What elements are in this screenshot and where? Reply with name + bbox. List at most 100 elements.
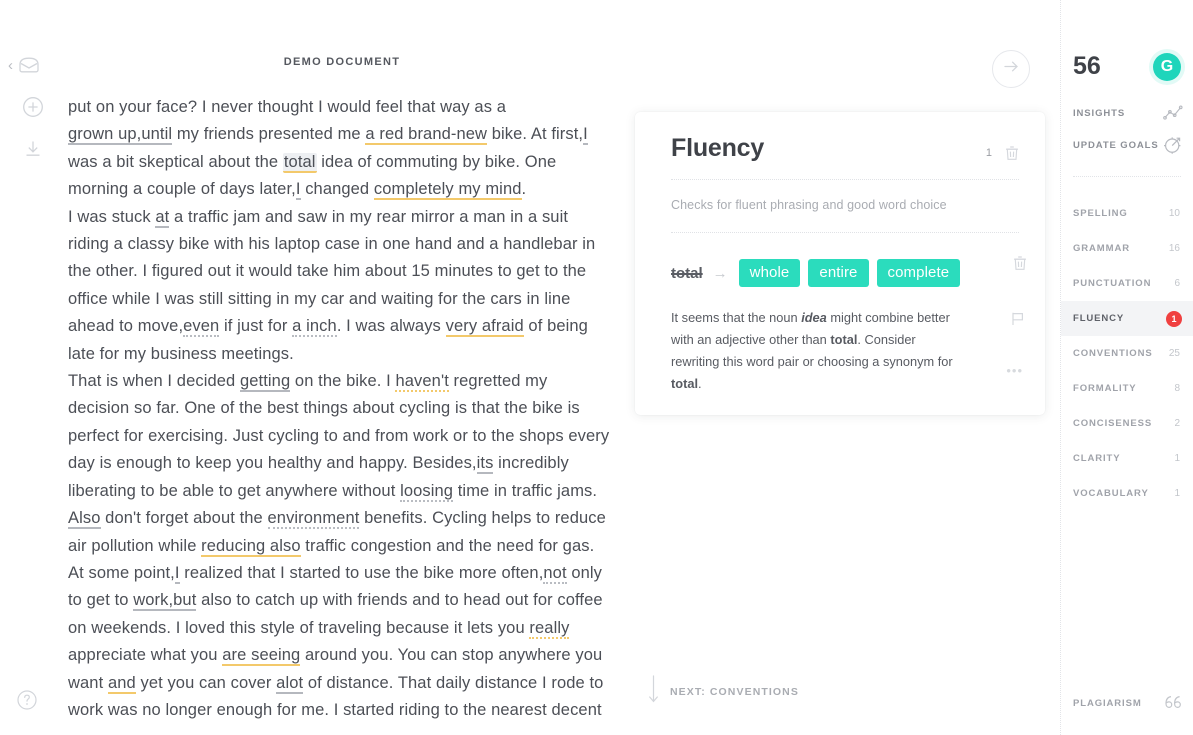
replacement-chip[interactable]: complete — [876, 259, 961, 287]
sidebar-item-vocabulary[interactable]: VOCABULARY 1 — [1061, 476, 1193, 511]
sidebar-item-plagiarism[interactable]: PLAGIARISM — [1073, 694, 1183, 713]
page-title: DEMO DOCUMENT — [283, 56, 401, 68]
category-label: FORMALITY — [1073, 383, 1137, 394]
back-chevron-icon[interactable]: ‹ — [8, 58, 13, 73]
target-icon — [1163, 135, 1183, 155]
document-paragraph: I was stuck at a traffic jam and saw in … — [68, 207, 596, 363]
replacement-row: total → whole entire complete — [671, 259, 1019, 287]
apply-next-button[interactable] — [992, 50, 1030, 88]
mail-icon[interactable] — [18, 56, 40, 74]
sidebar-item-clarity[interactable]: CLARITY 1 — [1061, 441, 1193, 476]
brand-badge-icon[interactable]: G — [1153, 52, 1181, 81]
error-span[interactable]: its — [476, 454, 494, 475]
category-count: 10 — [1168, 208, 1180, 219]
error-span[interactable]: a inch — [292, 317, 337, 338]
category-count: 25 — [1168, 348, 1180, 359]
dismiss-suggestion-trash-icon[interactable] — [1013, 255, 1027, 271]
line-chart-icon — [1163, 105, 1183, 121]
explanation-segment: total — [830, 332, 858, 347]
error-span[interactable]: haven't — [395, 372, 449, 393]
error-span[interactable]: grown up,until — [68, 125, 173, 146]
category-list: SPELLING 10 GRAMMAR 16 PUNCTUATION 6 FLUENCY 1 C… — [1061, 196, 1193, 511]
flag-icon[interactable] — [1010, 311, 1025, 326]
quote-icon — [1163, 694, 1183, 713]
category-label: GRAMMAR — [1073, 243, 1130, 254]
replacement-chip[interactable]: entire — [808, 259, 869, 287]
category-label: VOCABULARY — [1073, 488, 1149, 499]
error-span[interactable]: are seeing — [222, 646, 301, 667]
suggestion-block: total → whole entire complete It seems tha… — [671, 233, 1026, 401]
error-span[interactable]: getting — [239, 372, 291, 393]
explanation-segment: total — [671, 376, 699, 391]
error-span[interactable]: very afraid — [445, 317, 524, 338]
trash-icon[interactable] — [1005, 145, 1019, 161]
replacement-chip-list: whole entire complete — [738, 259, 961, 287]
fluency-suggestion-card[interactable]: Fluency 1 Checks for fluent phrasing and… — [635, 112, 1045, 415]
sidebar-item-grammar[interactable]: GRAMMAR 16 — [1061, 231, 1193, 266]
help-circle-icon[interactable] — [16, 689, 38, 711]
sidebar-item-conventions[interactable]: CONVENTIONS 25 — [1061, 336, 1193, 371]
category-count: 8 — [1174, 383, 1180, 394]
arrow-right-icon — [1003, 60, 1020, 78]
more-options-button[interactable]: ••• — [1006, 363, 1023, 378]
original-word: total — [671, 264, 703, 282]
arrow-down-icon — [648, 674, 659, 709]
sidebar-item-conciseness[interactable]: CONCISENESS 2 — [1061, 406, 1193, 441]
active-error-span[interactable]: total — [282, 152, 317, 173]
error-span[interactable]: environment — [267, 509, 360, 530]
document-paragraph: That is when I decided getting on the bi… — [68, 372, 610, 557]
next-category-link[interactable]: NEXT: CONVENTIONS — [648, 674, 799, 709]
download-icon[interactable] — [22, 138, 44, 160]
category-count: 6 — [1174, 278, 1180, 289]
sidebar-item-formality[interactable]: FORMALITY 8 — [1061, 371, 1193, 406]
sidebar-divider — [1073, 176, 1181, 177]
document-score: 56 — [1073, 52, 1101, 80]
category-label: CLARITY — [1073, 453, 1121, 464]
category-label: CONCISENESS — [1073, 418, 1153, 429]
error-span[interactable]: I — [174, 563, 180, 584]
sidebar-item-insights[interactable]: INSIGHTS — [1073, 102, 1183, 124]
error-span[interactable]: really — [529, 618, 570, 639]
back-and-mail-group[interactable]: ‹ — [8, 56, 40, 74]
category-count: 1 — [1174, 453, 1180, 464]
category-count-badge: 1 — [1166, 310, 1182, 327]
error-span[interactable]: loosing — [400, 481, 454, 502]
card-description: Checks for fluent phrasing and good word… — [671, 198, 947, 212]
right-sidebar: 56 G INSIGHTS UPDATE GOALS SPELLING 10 GRA… — [1060, 0, 1193, 735]
add-circle-icon[interactable] — [22, 96, 44, 118]
explanation-segment: . — [698, 376, 702, 391]
error-span[interactable]: reducing also — [201, 536, 301, 557]
error-span[interactable]: and — [107, 673, 136, 694]
error-span[interactable]: alot — [276, 673, 304, 694]
card-title: Fluency — [671, 134, 765, 162]
error-span[interactable]: I — [583, 125, 588, 146]
explanation-segment: idea — [801, 310, 827, 325]
replacement-chip[interactable]: whole — [738, 259, 801, 287]
error-span[interactable]: not — [543, 563, 567, 584]
category-label: FLUENCY — [1073, 313, 1125, 324]
suggestion-panel: Fluency 1 Checks for fluent phrasing and… — [630, 40, 1060, 735]
document-body[interactable]: put on your face? I never thought I woul… — [62, 94, 622, 735]
category-label: CONVENTIONS — [1073, 348, 1153, 359]
suggestion-explanation: It seems that the noun idea might combin… — [671, 287, 1001, 401]
card-header-actions: 1 — [986, 134, 1019, 161]
error-span[interactable]: I — [295, 180, 301, 201]
insights-label: INSIGHTS — [1073, 107, 1126, 119]
error-span[interactable]: work,but — [133, 591, 197, 612]
category-count: 2 — [1174, 418, 1180, 429]
category-count: 1 — [1174, 488, 1180, 499]
category-label: SPELLING — [1073, 208, 1128, 219]
document-paragraph: At some point,I realized that I started … — [68, 563, 604, 719]
plagiarism-label: PLAGIARISM — [1073, 698, 1142, 709]
error-span[interactable]: a red brand-new — [365, 125, 488, 146]
sidebar-item-spelling[interactable]: SPELLING 10 — [1061, 196, 1193, 231]
error-span[interactable]: Also — [68, 509, 101, 530]
sidebar-item-update-goals[interactable]: UPDATE GOALS — [1073, 134, 1183, 156]
error-span[interactable]: completely my mind — [373, 180, 522, 201]
explanation-segment: It seems that the noun — [671, 310, 802, 325]
sidebar-item-fluency[interactable]: FLUENCY 1 — [1061, 301, 1193, 336]
card-issue-count: 1 — [985, 147, 992, 159]
error-span[interactable]: even — [183, 317, 220, 338]
error-span[interactable]: at — [155, 207, 170, 228]
sidebar-item-punctuation[interactable]: PUNCTUATION 6 — [1061, 266, 1193, 301]
